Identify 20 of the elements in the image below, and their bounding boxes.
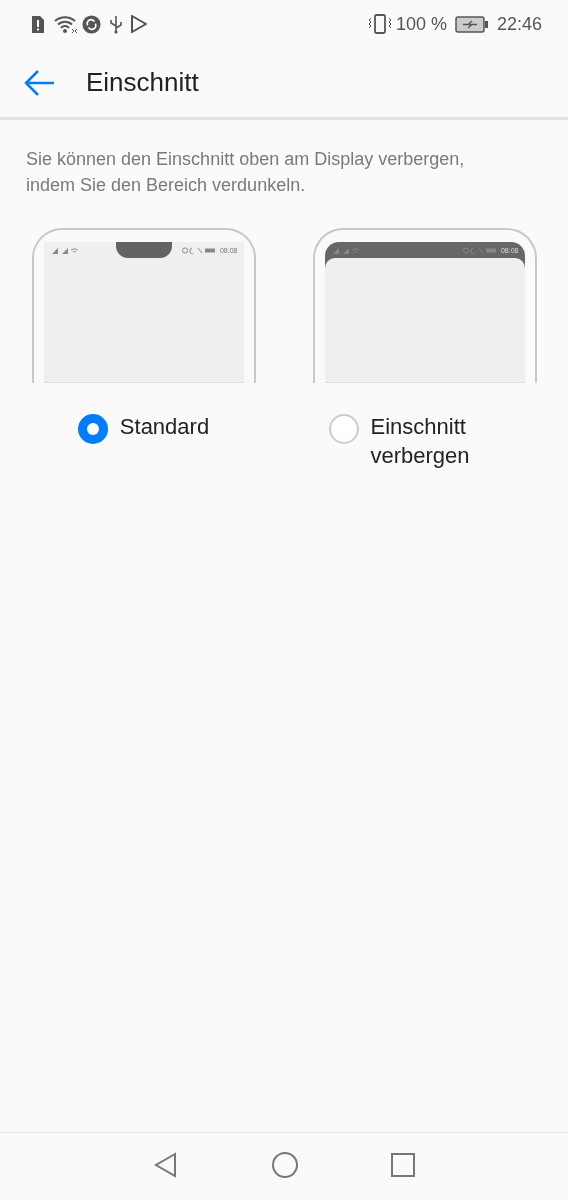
clock-time: 22:46 [496, 12, 542, 36]
mini-status-icons [181, 246, 216, 254]
vibrate-icon [367, 13, 392, 35]
radio-option[interactable]: Standard [77, 413, 210, 445]
page-title: Einschnitt [86, 66, 199, 99]
back-nav-icon[interactable] [153, 1151, 179, 1178]
radio-option[interactable]: Einschnitt verbergen [328, 413, 521, 471]
sim-alert-icon [30, 14, 46, 34]
play-store-icon [131, 15, 147, 33]
wifi-icon [54, 14, 78, 34]
recents-nav-icon[interactable] [391, 1152, 415, 1177]
home-nav-icon[interactable] [271, 1150, 299, 1179]
back-button[interactable] [24, 68, 56, 97]
mini-status-icons [462, 246, 497, 254]
battery-percent: 100 % [395, 12, 447, 36]
description-text: Sie können den Einschnitt oben am Display verbergen, indem Sie den Bereich verdunkeln. [25, 148, 466, 198]
notch [115, 242, 172, 259]
sync-icon [82, 14, 101, 34]
battery-charging-icon [454, 15, 489, 33]
usb-icon [109, 14, 123, 34]
